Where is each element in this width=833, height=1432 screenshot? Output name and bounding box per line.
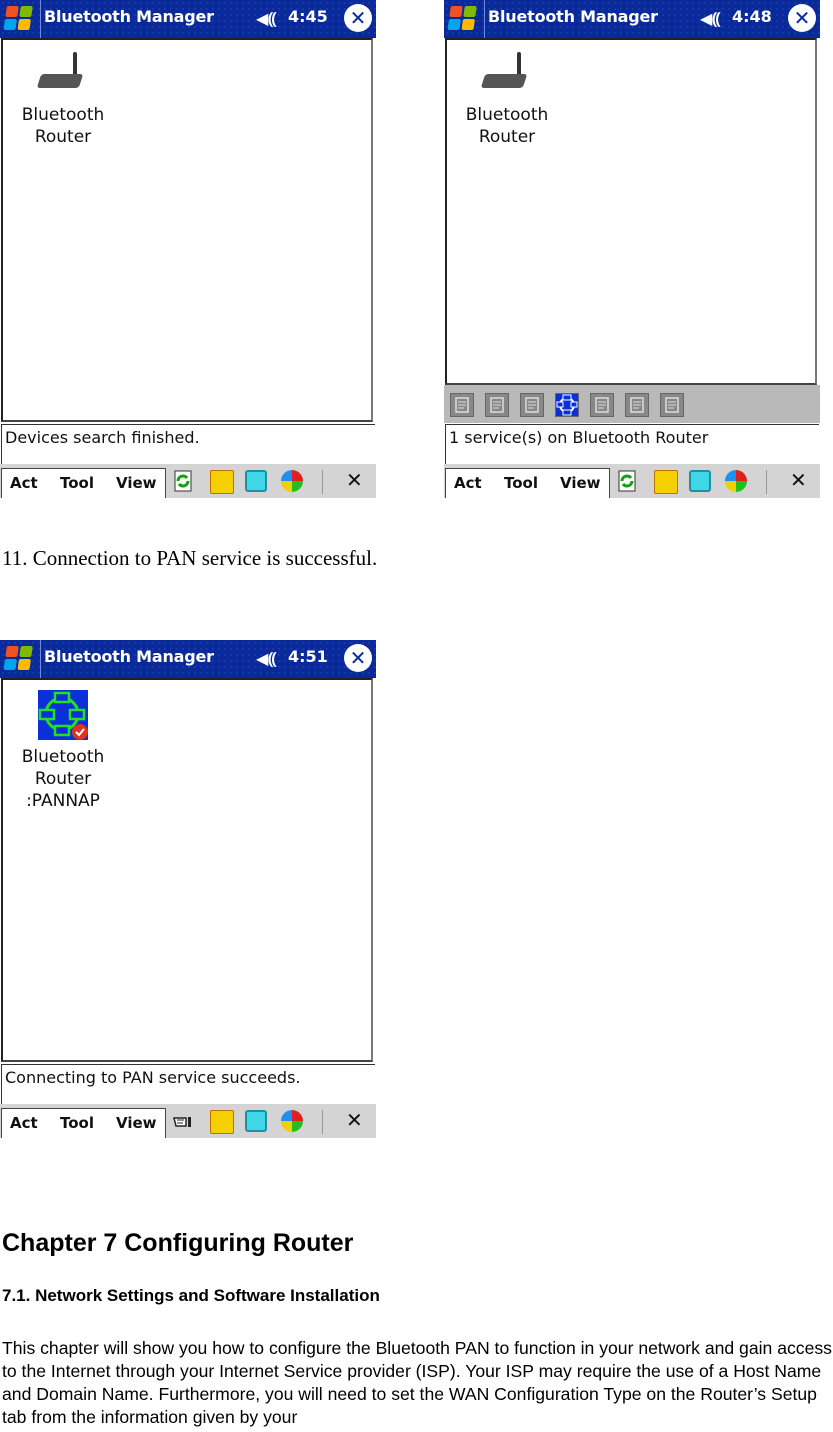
close-x-icon[interactable]: ✕ — [346, 1108, 363, 1132]
app-title: Bluetooth Manager — [488, 7, 658, 26]
clock[interactable]: 4:45 — [288, 7, 328, 26]
copy-icon[interactable] — [625, 393, 649, 417]
device-label-line: Router — [34, 769, 92, 789]
pan-network-connected-icon — [38, 690, 88, 740]
device-label: Bluetooth Router — [457, 104, 557, 148]
start-button[interactable] — [0, 0, 41, 38]
keyboard-icon[interactable] — [245, 1110, 267, 1132]
close-button[interactable]: ✕ — [344, 644, 372, 672]
refresh-icon[interactable] — [616, 470, 638, 492]
menu-view[interactable]: View — [560, 474, 601, 492]
status-bar: Connecting to PAN service succeeds. — [1, 1064, 375, 1104]
device-label-line: Bluetooth — [21, 747, 105, 767]
menu-bar: Act Tool View ✕ — [0, 464, 376, 498]
menu-tool[interactable]: Tool — [60, 1114, 94, 1132]
sync-icon[interactable] — [281, 470, 303, 492]
screenshot-pan-connected: Bluetooth Manager ◀⸨ 4:51 ✕ Bluetooth Rou… — [0, 640, 376, 1138]
refresh-icon[interactable] — [172, 470, 194, 492]
windows-flag-icon — [3, 6, 35, 32]
network-tree-icon[interactable] — [520, 393, 544, 417]
device-list: Bluetooth Router — [445, 38, 817, 385]
start-button[interactable] — [444, 0, 485, 38]
close-x-icon[interactable]: ✕ — [790, 468, 807, 492]
folder-icon[interactable] — [210, 1110, 234, 1134]
device-label-line: Router — [478, 127, 536, 147]
title-bar: Bluetooth Manager ◀⸨ 4:48 ✕ — [444, 0, 820, 38]
chapter-title: Chapter 7 Configuring Router — [2, 1229, 354, 1257]
serial-port-icon[interactable] — [660, 393, 684, 417]
transfer-icon[interactable] — [485, 393, 509, 417]
device-item[interactable]: Bluetooth Router — [457, 50, 557, 148]
device-list: Bluetooth Router — [1, 38, 373, 422]
service-toolbar — [444, 385, 820, 423]
menu-tool[interactable]: Tool — [60, 474, 94, 492]
device-label-line: Router — [34, 127, 92, 147]
section-title: 7.1. Network Settings and Software Insta… — [2, 1286, 380, 1305]
menu-act[interactable]: Act — [10, 1114, 38, 1132]
speaker-icon[interactable]: ◀⸨ — [700, 7, 720, 29]
menu-view[interactable]: View — [116, 1114, 157, 1132]
device-label-line: Bluetooth — [465, 105, 549, 125]
clock[interactable]: 4:48 — [732, 7, 772, 26]
menu-separator — [322, 1110, 323, 1134]
screenshot-device-search: Bluetooth Manager ◀⸨ 4:45 ✕ Bluetooth Rou… — [0, 0, 376, 498]
close-x-icon[interactable]: ✕ — [346, 468, 363, 492]
folder-icon[interactable] — [210, 470, 234, 494]
windows-flag-icon — [3, 646, 35, 672]
device-item[interactable]: Bluetooth Router:PANNAP — [13, 690, 113, 812]
status-bar: 1 service(s) on Bluetooth Router — [445, 424, 819, 464]
menu-act[interactable]: Act — [454, 474, 482, 492]
menu-tool[interactable]: Tool — [504, 474, 538, 492]
windows-flag-icon — [447, 6, 479, 32]
status-text: Connecting to PAN service succeeds. — [5, 1068, 301, 1087]
menu-separator — [766, 470, 767, 494]
menu-group: Act Tool View — [1, 1108, 166, 1138]
menu-group: Act Tool View — [1, 468, 166, 498]
keyboard-icon[interactable] — [689, 470, 711, 492]
device-label: Bluetooth Router:PANNAP — [13, 746, 113, 812]
keyboard-icon[interactable] — [245, 470, 267, 492]
clock[interactable]: 4:51 — [288, 647, 328, 666]
body-paragraph: This chapter will show you how to config… — [2, 1338, 832, 1427]
device-label-line: Bluetooth — [21, 105, 105, 125]
start-button[interactable] — [0, 640, 41, 678]
document-list-icon[interactable] — [590, 393, 614, 417]
menu-bar: Act Tool View ✕ — [444, 464, 820, 498]
step-caption: 11. Connection to PAN service is success… — [2, 546, 378, 570]
close-button[interactable]: ✕ — [788, 4, 816, 32]
router-icon — [479, 50, 535, 98]
menu-group: Act Tool View — [445, 468, 610, 498]
menu-separator — [322, 470, 323, 494]
hand-pointer-icon[interactable] — [172, 1110, 194, 1132]
device-list: Bluetooth Router:PANNAP — [1, 678, 373, 1062]
app-title: Bluetooth Manager — [44, 647, 214, 666]
status-text: 1 service(s) on Bluetooth Router — [449, 428, 709, 447]
device-item[interactable]: Bluetooth Router — [13, 50, 113, 148]
menu-view[interactable]: View — [116, 474, 157, 492]
menu-act[interactable]: Act — [10, 474, 38, 492]
folder-icon[interactable] — [654, 470, 678, 494]
status-bar: Devices search finished. — [1, 424, 375, 464]
speaker-icon[interactable]: ◀⸨ — [256, 7, 276, 29]
device-label-line: :PANNAP — [26, 791, 100, 811]
close-button[interactable]: ✕ — [344, 4, 372, 32]
pan-network-icon[interactable] — [555, 393, 579, 417]
screenshot-service-list: Bluetooth Manager ◀⸨ 4:48 ✕ Bluetooth Rou… — [444, 0, 820, 498]
app-title: Bluetooth Manager — [44, 7, 214, 26]
device-label: Bluetooth Router — [13, 104, 113, 148]
sync-icon[interactable] — [281, 1110, 303, 1132]
status-text: Devices search finished. — [5, 428, 200, 447]
handshake-icon[interactable] — [450, 393, 474, 417]
sync-icon[interactable] — [725, 470, 747, 492]
menu-bar: Act Tool View ✕ — [0, 1104, 376, 1138]
title-bar: Bluetooth Manager ◀⸨ 4:51 ✕ — [0, 640, 376, 678]
speaker-icon[interactable]: ◀⸨ — [256, 647, 276, 669]
title-bar: Bluetooth Manager ◀⸨ 4:45 ✕ — [0, 0, 376, 38]
router-icon — [35, 50, 91, 98]
